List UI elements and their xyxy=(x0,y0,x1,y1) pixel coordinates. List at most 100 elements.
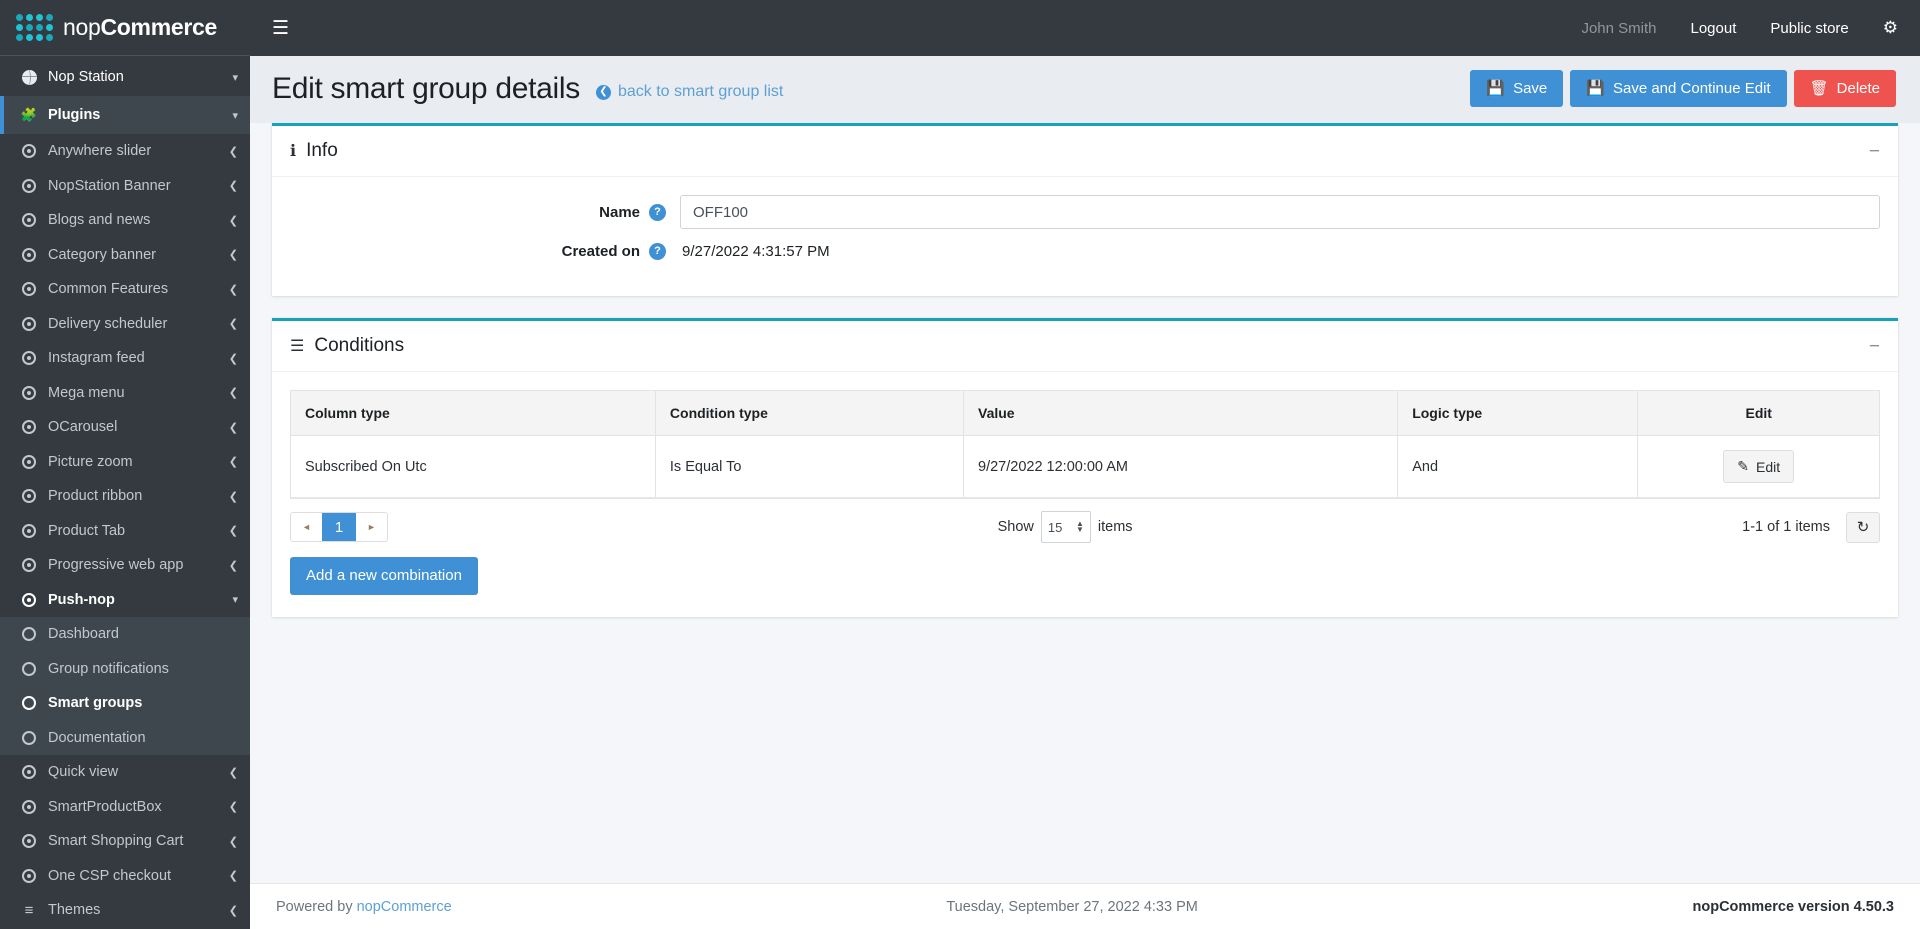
current-user-label: John Smith xyxy=(1581,19,1657,37)
sidebar-item-documentation[interactable]: Documentation xyxy=(0,720,250,755)
conditions-panel-body: Column type Condition type Value Logic type… xyxy=(272,372,1898,616)
collapse-info-panel-button[interactable]: − xyxy=(1869,141,1880,161)
sidebar-item-label: NopStation Banner xyxy=(48,177,171,194)
sidebar-item-smart-groups[interactable]: Smart groups xyxy=(0,686,250,721)
sidebar-item-delivery-scheduler[interactable]: Delivery scheduler ❮ xyxy=(0,307,250,342)
created-on-label: Created on ? xyxy=(290,243,680,261)
page-size-select[interactable]: 15 ▲ ▼ xyxy=(1040,511,1091,544)
circle-dot-icon xyxy=(18,834,40,849)
chevron-left-icon: ❮ xyxy=(228,490,238,503)
sidebar-item-push-nop[interactable]: Push-nop ▾ xyxy=(0,583,250,618)
sidebar-item-smartproductbox[interactable]: SmartProductBox ❮ xyxy=(0,790,250,825)
sidebar-item-label: Common Features xyxy=(48,281,169,298)
sidebar-item-picture-zoom[interactable]: Picture zoom ❮ xyxy=(0,445,250,480)
footer-version: nopCommerce version 4.50.3 xyxy=(1692,898,1894,915)
circle-dot-icon xyxy=(18,144,40,159)
brand-logo-area[interactable]: nopCommerce xyxy=(0,0,250,56)
circle-icon xyxy=(18,627,40,642)
sidebar-item-quick-view[interactable]: Quick view ❮ xyxy=(0,755,250,790)
sidebar-item-blogs-and-news[interactable]: Blogs and news ❮ xyxy=(0,203,250,238)
stepper-arrows-icon: ▲ ▼ xyxy=(1075,519,1084,535)
logout-link[interactable]: Logout xyxy=(1690,20,1736,37)
chevron-down-icon: ▾ xyxy=(232,109,238,122)
sidebar-item-nop-station[interactable]: Nop Station ▾ xyxy=(0,58,250,96)
circle-dot-icon xyxy=(18,213,40,228)
brand-name-light: nop xyxy=(63,14,101,40)
sidebar-item-label: Plugins xyxy=(48,107,101,123)
footer-datetime: Tuesday, September 27, 2022 4:33 PM xyxy=(946,898,1198,915)
circle-dot-icon xyxy=(18,385,40,400)
conditions-table-body: Subscribed On Utc Is Equal To 9/27/2022 12… xyxy=(291,435,1879,499)
edit-row-button[interactable]: ✎ Edit xyxy=(1723,450,1795,484)
sidebar-item-common-features[interactable]: Common Features ❮ xyxy=(0,272,250,307)
sidebar: nopCommerce Nop Station ▾ 🧩 Plugins ▾ An… xyxy=(0,0,250,929)
circle-dot-icon xyxy=(18,558,40,573)
sidebar-item-label: Category banner xyxy=(48,246,157,263)
collapse-conditions-panel-button[interactable]: − xyxy=(1869,336,1880,356)
content-scroll: Edit smart group details ❮ back to smart… xyxy=(250,56,1920,929)
sidebar-item-product-tab[interactable]: Product Tab ❮ xyxy=(0,514,250,549)
sidebar-item-ocarousel[interactable]: OCarousel ❮ xyxy=(0,410,250,445)
circle-dot-icon xyxy=(18,420,40,435)
sidebar-item-one-csp-checkout[interactable]: One CSP checkout ❮ xyxy=(0,859,250,894)
sidebar-item-anywhere-slider[interactable]: Anywhere slider ❮ xyxy=(0,134,250,169)
circle-dot-icon xyxy=(18,247,40,262)
pagination-prev-button[interactable]: ◄ xyxy=(291,513,322,542)
sidebar-item-label: OCarousel xyxy=(48,419,118,436)
sidebar-item-plugins[interactable]: 🧩 Plugins ▾ xyxy=(0,96,250,134)
back-to-list-link[interactable]: ❮ back to smart group list xyxy=(595,83,784,101)
public-store-link[interactable]: Public store xyxy=(1770,20,1848,37)
chevron-left-icon: ❮ xyxy=(228,180,238,193)
sidebar-item-label: SmartProductBox xyxy=(48,798,162,815)
sidebar-item-group-notifications[interactable]: Group notifications xyxy=(0,651,250,686)
sidebar-item-dashboard[interactable]: Dashboard xyxy=(0,617,250,652)
created-on-form-row: Created on ? 9/27/2022 4:31:57 PM xyxy=(290,243,1880,261)
question-circle-icon[interactable]: ? xyxy=(649,243,666,261)
nopcommerce-link[interactable]: nopCommerce xyxy=(357,899,452,915)
chevron-left-icon: ❮ xyxy=(228,870,238,883)
list-icon: ☰ xyxy=(290,338,305,356)
gears-icon[interactable]: ⚙ xyxy=(1883,18,1898,38)
cell-logic-type: And xyxy=(1397,435,1639,499)
pagination-next-button[interactable]: ► xyxy=(356,513,387,542)
sidebar-item-instagram-feed[interactable]: Instagram feed ❮ xyxy=(0,341,250,376)
chevron-left-icon: ❮ xyxy=(228,801,238,814)
sidebar-item-progressive-web-app[interactable]: Progressive web app ❮ xyxy=(0,548,250,583)
add-new-combination-button[interactable]: Add a new combination xyxy=(290,557,478,595)
sidebar-item-mega-menu[interactable]: Mega menu ❮ xyxy=(0,376,250,411)
conditions-table: Column type Condition type Value Logic type… xyxy=(291,391,1879,499)
pagination-page-1-button[interactable]: 1 xyxy=(322,513,356,542)
show-prefix-label: Show xyxy=(997,519,1034,536)
back-link-label: back to smart group list xyxy=(617,83,784,101)
save-button[interactable]: 💾 Save xyxy=(1470,70,1564,108)
info-icon: ℹ xyxy=(290,143,297,161)
conditions-panel-title: ☰ Conditions xyxy=(290,335,404,357)
sidebar-plugin-list: Anywhere slider ❮ NopStation Banner ❮ Blogs … xyxy=(0,134,250,929)
info-panel-body: Name ? Created on ? 9/27/2022 4:31:57 PM xyxy=(272,177,1898,296)
sidebar-item-label: Picture zoom xyxy=(48,453,133,470)
sidebar-item-smart-shopping-cart[interactable]: Smart Shopping Cart ❮ xyxy=(0,824,250,859)
cell-value: 9/27/2022 12:00:00 AM xyxy=(963,435,1399,499)
table-header-cell: Logic type xyxy=(1397,391,1639,437)
name-input[interactable] xyxy=(680,195,1880,230)
chevron-left-icon: ❮ xyxy=(228,387,238,400)
sidebar-item-product-ribbon[interactable]: Product ribbon ❮ xyxy=(0,479,250,514)
chevron-left-icon: ❮ xyxy=(228,835,238,848)
circle-dot-icon xyxy=(18,454,40,469)
bars-icon[interactable]: ☰ xyxy=(272,19,289,38)
name-label-text: Name xyxy=(599,203,640,221)
sidebar-item-category-banner[interactable]: Category banner ❮ xyxy=(0,238,250,273)
refresh-grid-button[interactable]: ↻ xyxy=(1846,511,1880,543)
sidebar-item-nopstation-banner[interactable]: NopStation Banner ❮ xyxy=(0,169,250,204)
add-combination-wrapper: Add a new combination xyxy=(290,557,1880,595)
save-and-continue-edit-button[interactable]: 💾 Save and Continue Edit xyxy=(1570,70,1787,108)
refresh-icon: ↻ xyxy=(1856,519,1870,537)
top-navbar: ☰ John Smith Logout Public store ⚙ xyxy=(250,0,1920,56)
page-header: Edit smart group details ❮ back to smart… xyxy=(250,56,1920,124)
question-circle-icon[interactable]: ? xyxy=(649,203,666,221)
table-row: Subscribed On Utc Is Equal To 9/27/2022 12… xyxy=(291,435,1879,499)
sidebar-item-themes[interactable]: ≡ Themes ❮ xyxy=(0,893,250,928)
delete-button[interactable]: 🗑 Delete xyxy=(1793,70,1896,108)
circle-dot-icon xyxy=(18,178,40,193)
chevron-left-icon: ❮ xyxy=(228,456,238,469)
